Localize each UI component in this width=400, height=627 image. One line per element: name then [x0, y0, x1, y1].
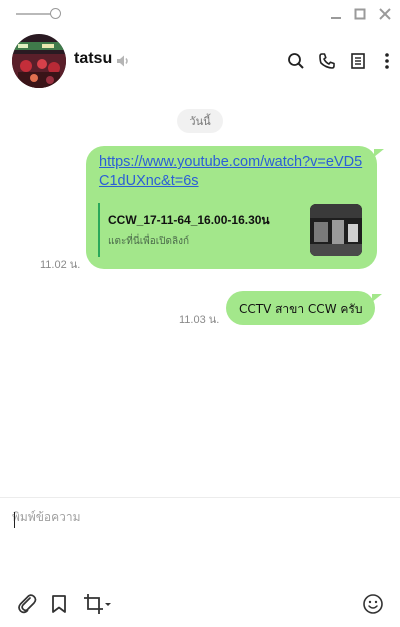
link-preview-title[interactable]: CCW_17-11-64_16.00-16.30น: [108, 211, 270, 230]
close-icon[interactable]: [377, 6, 393, 22]
message-time: 11.03 น.: [179, 314, 220, 326]
bubble-tail: [374, 149, 384, 157]
composer-divider: [0, 497, 400, 498]
minimize-icon[interactable]: [328, 6, 344, 22]
link-preview-accent: [98, 203, 100, 257]
notes-icon[interactable]: [347, 50, 369, 72]
chat-header: tatsu: [0, 28, 400, 92]
message-link[interactable]: https://www.youtube.com/watch?v=eVD5C1dU…: [99, 153, 369, 191]
date-separator: วันนี้: [177, 109, 223, 133]
attach-icon[interactable]: [17, 592, 37, 616]
message-time: 11.02 น.: [40, 259, 81, 271]
contact-name[interactable]: tatsu: [74, 50, 112, 68]
avatar[interactable]: [12, 34, 66, 88]
link-preview-thumbnail[interactable]: [310, 204, 362, 256]
emoji-icon[interactable]: [362, 592, 384, 616]
title-bar: [0, 0, 400, 28]
bookmark-icon[interactable]: [51, 592, 67, 616]
more-vertical-icon[interactable]: [376, 50, 398, 72]
speaker-muted-icon: [116, 53, 130, 72]
message-text: CCTV สาขา CCW ครับ: [239, 302, 363, 316]
search-icon[interactable]: [285, 50, 307, 72]
zoom-slider-handle[interactable]: [50, 8, 61, 19]
maximize-icon[interactable]: [352, 6, 368, 22]
phone-icon[interactable]: [316, 50, 338, 72]
message-input[interactable]: [12, 508, 388, 588]
link-preview-subtitle[interactable]: แตะที่นี่เพื่อเปิดลิงก์: [108, 234, 189, 249]
text-caret: [14, 512, 15, 528]
bubble-tail: [372, 294, 382, 302]
zoom-slider-track[interactable]: [16, 13, 52, 15]
crop-icon[interactable]: [83, 592, 113, 616]
